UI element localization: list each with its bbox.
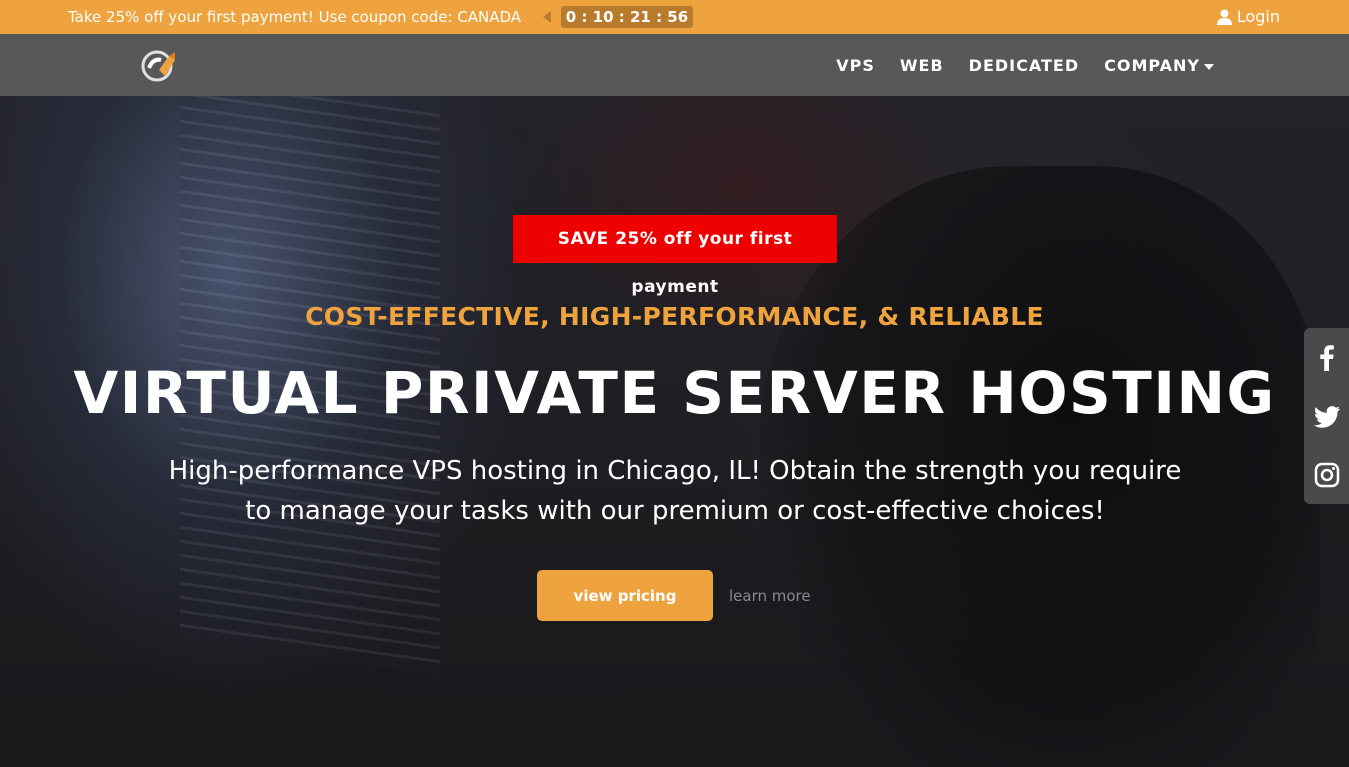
timer-arrow-icon xyxy=(543,11,551,23)
nav-item-company[interactable]: COMPANY xyxy=(1104,56,1214,75)
hero-title: VIRTUAL PRIVATE SERVER HOSTING xyxy=(73,359,1276,427)
learn-more-link[interactable]: learn more xyxy=(729,587,811,605)
login-label: Login xyxy=(1236,7,1280,26)
view-pricing-button[interactable]: view pricing xyxy=(537,570,713,621)
nav-item-vps[interactable]: VPS xyxy=(836,56,875,75)
main-nav: VPS WEB DEDICATED COMPANY xyxy=(836,34,1214,96)
nav-item-company-label: COMPANY xyxy=(1104,55,1200,75)
facebook-icon[interactable] xyxy=(1313,343,1341,372)
promo-bar: Take 25% off your first payment! Use cou… xyxy=(0,0,1349,34)
hero-overlay xyxy=(0,96,1349,767)
navbar: VPS WEB DEDICATED COMPANY xyxy=(0,34,1349,96)
user-icon xyxy=(1216,9,1232,25)
save-badge: SAVE 25% off your first payment xyxy=(513,215,837,297)
twitter-icon[interactable] xyxy=(1313,402,1341,430)
promo-text: Take 25% off your first payment! Use cou… xyxy=(68,8,522,26)
hero-description: High-performance VPS hosting in Chicago,… xyxy=(168,456,1182,526)
countdown-timer: 0 : 10 : 21 : 56 xyxy=(561,6,693,28)
caret-down-icon xyxy=(1204,56,1214,75)
instagram-icon[interactable] xyxy=(1313,461,1341,489)
social-sidebar xyxy=(1304,328,1349,504)
nav-item-dedicated[interactable]: DEDICATED xyxy=(969,56,1079,75)
nav-item-web[interactable]: WEB xyxy=(900,56,944,75)
login-link[interactable]: Login xyxy=(1216,7,1280,26)
hero-section: SAVE 25% off your first payment COST-EFF… xyxy=(0,96,1349,767)
logo[interactable] xyxy=(139,48,179,84)
hero-subtitle: COST-EFFECTIVE, HIGH-PERFORMANCE, & RELI… xyxy=(305,302,1044,331)
